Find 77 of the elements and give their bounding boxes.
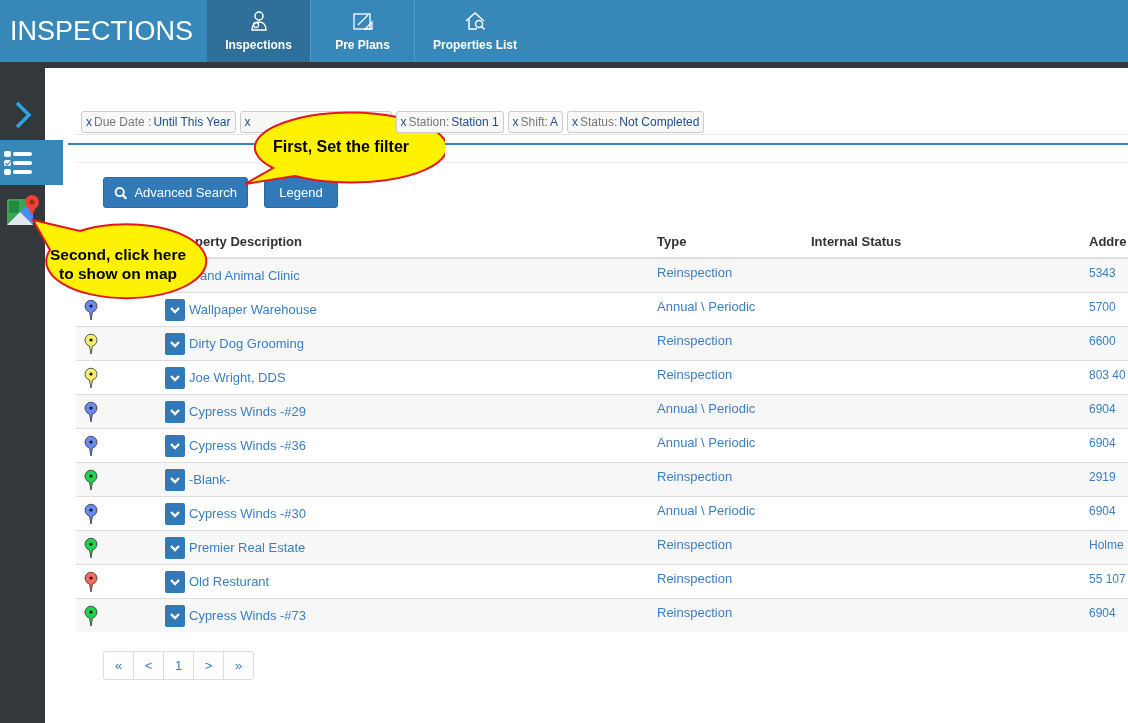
dropdown-toggle[interactable] xyxy=(165,536,185,559)
filter-chip[interactable]: x Station: Station 1 xyxy=(395,111,504,133)
remove-filter-icon[interactable]: x xyxy=(512,115,519,129)
callout-text: Second, click here to show on map xyxy=(48,245,188,283)
property-link[interactable]: Cypress Winds -#73 xyxy=(189,608,307,623)
page-button[interactable]: « xyxy=(103,651,134,680)
chevron-down-icon xyxy=(169,610,181,621)
column-header[interactable]: Type xyxy=(657,233,687,249)
chevron-down-icon xyxy=(169,542,181,553)
blueprint-icon xyxy=(351,10,374,32)
chevron-down-icon xyxy=(169,508,181,519)
address-link[interactable]: 803 40 xyxy=(1089,368,1126,382)
property-link[interactable]: Joe Wright, DDS xyxy=(189,370,286,385)
chevron-down-icon xyxy=(169,474,181,485)
dropdown-toggle[interactable] xyxy=(165,502,185,525)
nav-tab[interactable]: Inspections xyxy=(207,0,311,62)
property-link[interactable]: Cypress Winds -#30 xyxy=(189,506,307,521)
dropdown-toggle[interactable] xyxy=(165,468,185,491)
page-button[interactable]: » xyxy=(223,651,254,680)
advanced-search-button[interactable]: Advanced Search xyxy=(103,177,248,208)
chevron-down-icon xyxy=(169,406,181,417)
remove-filter-icon[interactable]: x xyxy=(400,115,407,129)
property-link[interactable]: and Animal Clinic xyxy=(200,268,300,283)
filter-label: Due Date : xyxy=(94,115,152,129)
address-link[interactable]: 55 107 xyxy=(1089,572,1126,586)
inspection-type-link[interactable]: Reinspection xyxy=(657,367,733,382)
dropdown-toggle[interactable] xyxy=(165,434,185,457)
nav-tab[interactable]: Properties List xyxy=(415,0,535,62)
filter-value: Not Completed xyxy=(619,115,700,129)
property-link[interactable]: Old Resturant xyxy=(189,574,270,589)
filter-chip[interactable]: x Due Date : Until This Year xyxy=(81,111,236,133)
property-link[interactable]: Dirty Dog Grooming xyxy=(189,336,304,351)
callout-text: First, Set the filter xyxy=(272,137,410,156)
property-link[interactable]: -Blank- xyxy=(189,472,231,487)
remove-filter-icon[interactable]: x xyxy=(572,115,578,129)
address-link[interactable]: 6904 xyxy=(1089,504,1116,518)
page-button[interactable]: > xyxy=(193,651,224,680)
remove-filter-icon[interactable]: x xyxy=(86,115,92,129)
filter-chip[interactable]: x Status: Not Completed xyxy=(567,111,705,133)
chevron-down-icon xyxy=(169,576,181,587)
filter-value: Station 1 xyxy=(451,115,499,129)
inspection-type-link[interactable]: Annual \ Periodic xyxy=(657,435,756,450)
filter-chip[interactable]: x Shift: A xyxy=(507,111,563,133)
filter-label: Status: xyxy=(580,115,618,129)
dropdown-toggle[interactable] xyxy=(165,366,185,389)
app-title: INSPECTIONS xyxy=(9,14,195,48)
column-header[interactable]: Addre xyxy=(1089,233,1127,249)
filter-label: Station: xyxy=(408,115,450,129)
property-link[interactable]: Wallpaper Warehouse xyxy=(189,302,317,317)
column-header[interactable]: Internal Status xyxy=(811,233,902,249)
dropdown-toggle[interactable] xyxy=(165,604,185,627)
map-icon xyxy=(5,193,40,227)
page-button[interactable]: 1 xyxy=(163,651,194,680)
address-link[interactable]: 6904 xyxy=(1089,436,1116,450)
house-search-icon xyxy=(464,10,486,32)
address-link[interactable]: 5700 xyxy=(1089,300,1116,314)
property-link[interactable]: Cypress Winds -#29 xyxy=(189,404,307,419)
dropdown-toggle[interactable] xyxy=(165,570,185,593)
checklist-icon xyxy=(3,148,33,177)
dropdown-toggle[interactable] xyxy=(165,298,185,321)
filter-label: Shift: xyxy=(520,115,548,129)
filter-value: A xyxy=(549,115,558,129)
page-button[interactable]: < xyxy=(133,651,164,680)
inspection-type-link[interactable]: Reinspection xyxy=(657,571,733,586)
property-link[interactable]: Premier Real Estate xyxy=(189,540,306,555)
chevron-down-icon xyxy=(169,372,181,383)
property-link[interactable]: Cypress Winds -#36 xyxy=(189,438,307,453)
search-icon xyxy=(114,185,128,200)
inspection-type-link[interactable]: Annual \ Periodic xyxy=(657,503,756,518)
inspection-type-link[interactable]: Annual \ Periodic xyxy=(657,299,756,314)
chevron-down-icon xyxy=(169,440,181,451)
chevron-down-icon xyxy=(169,304,181,315)
dropdown-toggle[interactable] xyxy=(165,332,185,355)
chevron-down-icon xyxy=(169,338,181,349)
filter-value: Until This Year xyxy=(153,115,231,129)
dropdown-toggle[interactable] xyxy=(165,400,185,423)
remove-filter-icon[interactable]: x xyxy=(244,115,251,129)
